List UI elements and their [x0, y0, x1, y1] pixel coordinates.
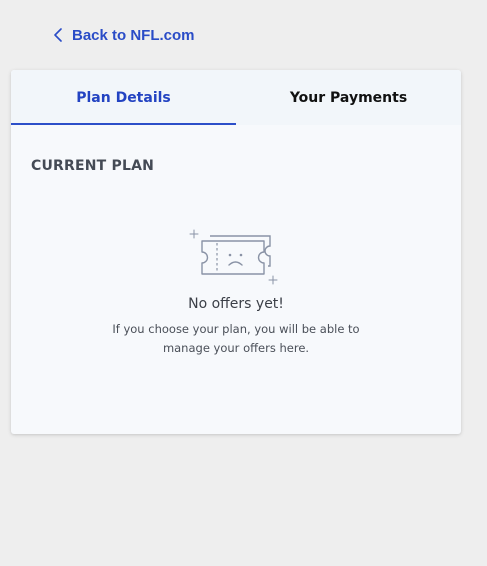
tab-your-payments-label: Your Payments — [289, 89, 408, 106]
current-plan-heading: CURRENT PLAN — [31, 158, 155, 174]
tab-plan-details-label: Plan Details — [76, 89, 171, 106]
empty-state-description: If you choose your plan, you will be abl… — [112, 322, 360, 355]
sad-ticket-icon — [189, 229, 278, 285]
back-link-label: Back to NFL.com — [72, 26, 195, 44]
chevron-left-icon — [52, 27, 64, 43]
tab-bar: Plan Details Your Payments — [11, 70, 461, 125]
tab-plan-details[interactable]: Plan Details — [11, 70, 236, 125]
empty-state-title: No offers yet! — [188, 296, 284, 312]
empty-state: No offers yet! If you choose your plan, … — [11, 228, 461, 358]
back-to-nfl-link[interactable]: Back to NFL.com — [52, 24, 195, 46]
tab-your-payments[interactable]: Your Payments — [236, 70, 461, 125]
plan-card: Plan Details Your Payments CURRENT PLAN — [11, 70, 461, 434]
